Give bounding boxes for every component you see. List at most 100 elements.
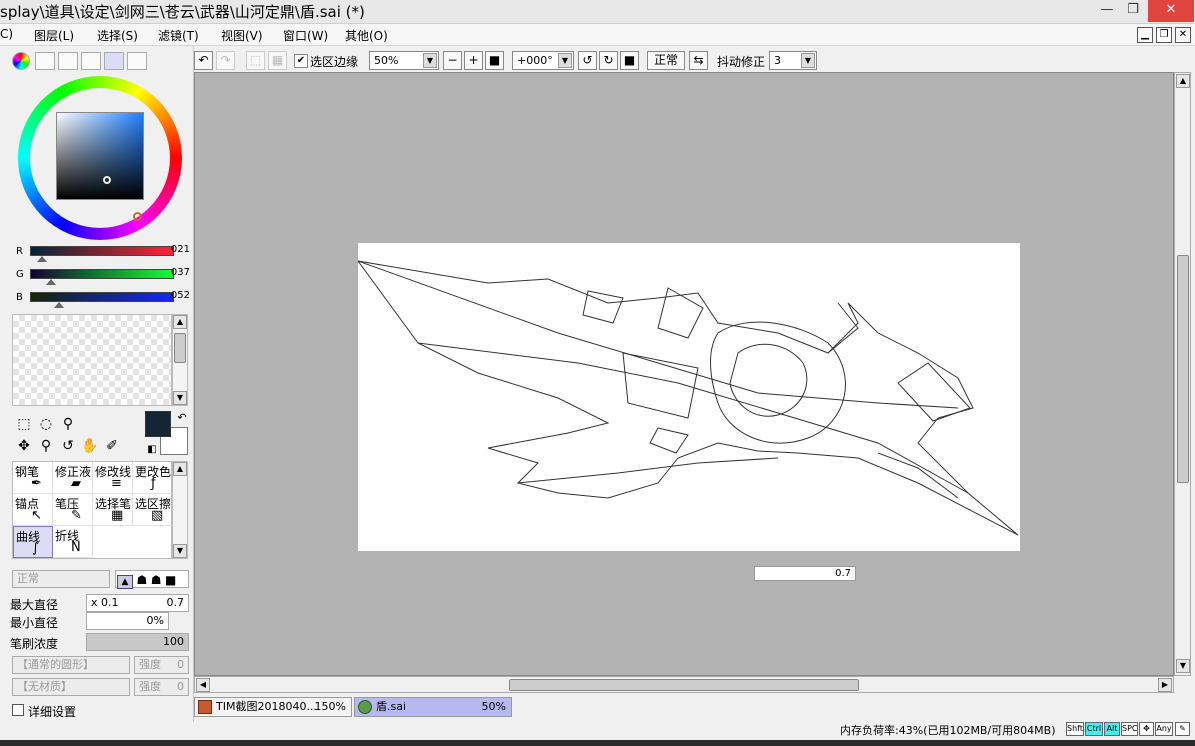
scroll-up-icon[interactable]: ▲ [173,462,187,476]
scroll-left-icon[interactable]: ◀ [196,678,210,692]
shape-flat-icon[interactable]: ☗ [151,573,162,587]
menu-view[interactable]: 视图(V) [221,27,263,44]
zoom-reset-icon[interactable]: ■ [485,51,504,70]
shape-square-icon[interactable]: ■ [165,573,176,587]
brush-select-pen[interactable]: 选择笔 ▦ [93,494,133,526]
shape-strength-field[interactable]: 强度 0 [134,656,189,674]
brush-shape-select[interactable]: 【通常的圆形】 [12,656,130,674]
blend-mode-select[interactable]: 正常 [12,570,110,588]
swatches-tab-icon[interactable] [104,52,124,70]
canvas-paper[interactable] [356,243,1020,551]
selection-edge-checkbox[interactable]: ✔ [294,54,308,68]
rect-select-icon[interactable]: ⬚ [14,414,34,434]
menu-window[interactable]: 窗口(W) [283,27,328,44]
texture-strength-field[interactable]: 强度 0 [134,678,189,696]
rotate-right-icon[interactable]: ↻ [599,51,618,70]
green-knob[interactable] [45,279,56,285]
rotate-reset-icon[interactable]: ■ [620,51,639,70]
rotation-select[interactable]: +000° ▼ [512,51,574,70]
green-slider[interactable]: G 037 [12,267,190,287]
blue-bar[interactable] [30,292,174,302]
scroll-right-icon[interactable]: ▶ [1158,678,1172,692]
canvas-horizontal-scrollbar[interactable]: ◀ ▶ [194,676,1174,693]
hue-marker[interactable] [133,212,142,221]
scroll-up-icon[interactable]: ▲ [173,315,187,329]
scratchpad-tab-icon[interactable] [127,52,147,70]
red-knob[interactable] [36,256,47,262]
menu-other[interactable]: 其他(O) [345,27,388,44]
red-bar[interactable] [30,246,174,256]
texture-select[interactable]: 【无材质】 [12,678,130,696]
hand-icon[interactable]: ✋ [80,436,100,456]
scrollbar-thumb[interactable] [509,679,859,691]
menu-filter[interactable]: 滤镜(T) [158,27,199,44]
restore-button[interactable]: ❐ [1118,0,1148,22]
zoom-in-icon[interactable]: + [464,51,483,70]
stabilizer-select[interactable]: 3 ▼ [769,51,817,70]
invert-selection-icon[interactable]: ▦ [268,51,287,70]
deselect-icon[interactable]: ⬚ [246,51,265,70]
color-wheel-tab-icon[interactable] [12,52,30,70]
brush-select-eraser[interactable]: 选区擦 ▧ [133,494,173,526]
reset-colors-icon[interactable]: ◧ [142,440,162,460]
brush-shape-selector[interactable]: ▲ ☗ ☗ ■ [115,570,189,589]
zoom-select[interactable]: 50% ▼ [369,51,439,70]
rotate-left-icon[interactable]: ↺ [578,51,597,70]
scratchpad[interactable] [12,314,172,406]
zoom-icon[interactable]: ⚲ [36,436,56,456]
scroll-down-icon[interactable]: ▼ [1176,659,1190,673]
saturation-value-box[interactable] [56,112,144,200]
document-tab-screenshot[interactable]: TIM截图2018040... 150% [194,697,352,717]
scroll-down-icon[interactable]: ▼ [173,391,187,405]
scroll-up-icon[interactable]: ▲ [1176,74,1190,88]
undo-icon[interactable]: ↶ [194,51,213,70]
lasso-icon[interactable]: ◌ [36,414,56,434]
doc-minimize-button[interactable]: ▁ [1137,27,1153,43]
brush-change-color[interactable]: 更改色 ƒ [133,462,173,494]
shape-sharp-icon[interactable]: ▲ [117,575,133,589]
move-icon[interactable]: ✥ [14,436,34,456]
density-field[interactable]: 100 [86,633,189,651]
scratchpad-scrollbar[interactable]: ▲ ▼ [172,314,188,406]
min-diameter-field[interactable]: 0% [86,612,169,630]
menu-select[interactable]: 选择(S) [97,27,138,44]
redo-icon[interactable]: ↷ [216,51,235,70]
zoom-out-icon[interactable]: − [443,51,462,70]
brush-edit-line[interactable]: 修改线 ≡ [93,462,133,494]
scrollbar-thumb[interactable] [1177,255,1189,483]
brush-anchor[interactable]: 锚点 ↖ [13,494,53,526]
document-tab-shield[interactable]: 盾.sai 50% [354,697,512,717]
scrollbar-thumb[interactable] [174,333,186,363]
brush-pressure[interactable]: 笔压 ✎ [53,494,93,526]
doc-close-button[interactable]: ✕ [1175,27,1191,43]
menu-layer[interactable]: 图层(L) [34,27,74,44]
shape-round-icon[interactable]: ☗ [137,573,148,587]
view-mode-button[interactable]: 正常 [647,51,685,70]
detail-settings-checkbox[interactable] [12,704,24,716]
swap-colors-icon[interactable]: ↶ [172,408,192,428]
close-button[interactable]: ✕ [1148,0,1194,22]
brush-grid-scrollbar[interactable]: ▲ ▼ [172,461,188,559]
rotate-icon[interactable]: ↺ [58,436,78,456]
doc-restore-button[interactable]: ❐ [1156,27,1172,43]
sv-marker[interactable] [103,176,111,184]
max-diameter-field[interactable]: x 0.1 0.7 [86,594,189,612]
brush-correction-fluid[interactable]: 修正液 ▰ [53,462,93,494]
hsv-slider-tab-icon[interactable] [58,52,78,70]
blue-knob[interactable] [54,302,65,308]
blue-slider[interactable]: B 052 [12,290,190,310]
flip-horizontal-icon[interactable]: ⇆ [689,51,708,70]
magic-wand-icon[interactable]: ⚲ [58,414,78,434]
menu-edit[interactable]: C) [0,27,13,41]
scroll-down-icon[interactable]: ▼ [173,544,187,558]
brush-curve[interactable]: 曲线 ∫ [13,526,53,558]
rgb-slider-tab-icon[interactable] [35,52,55,70]
canvas-vertical-scrollbar[interactable]: ▲ ▼ [1174,72,1191,676]
eyedropper-icon[interactable]: ✐ [102,436,122,456]
red-slider[interactable]: R 021 [12,244,190,264]
palette-tab-icon[interactable] [81,52,101,70]
brush-pen[interactable]: 钢笔 ✒ [13,462,53,494]
brush-polyline[interactable]: 折线 N [53,526,93,558]
green-bar[interactable] [30,269,174,279]
primary-color-swatch[interactable] [145,411,171,437]
